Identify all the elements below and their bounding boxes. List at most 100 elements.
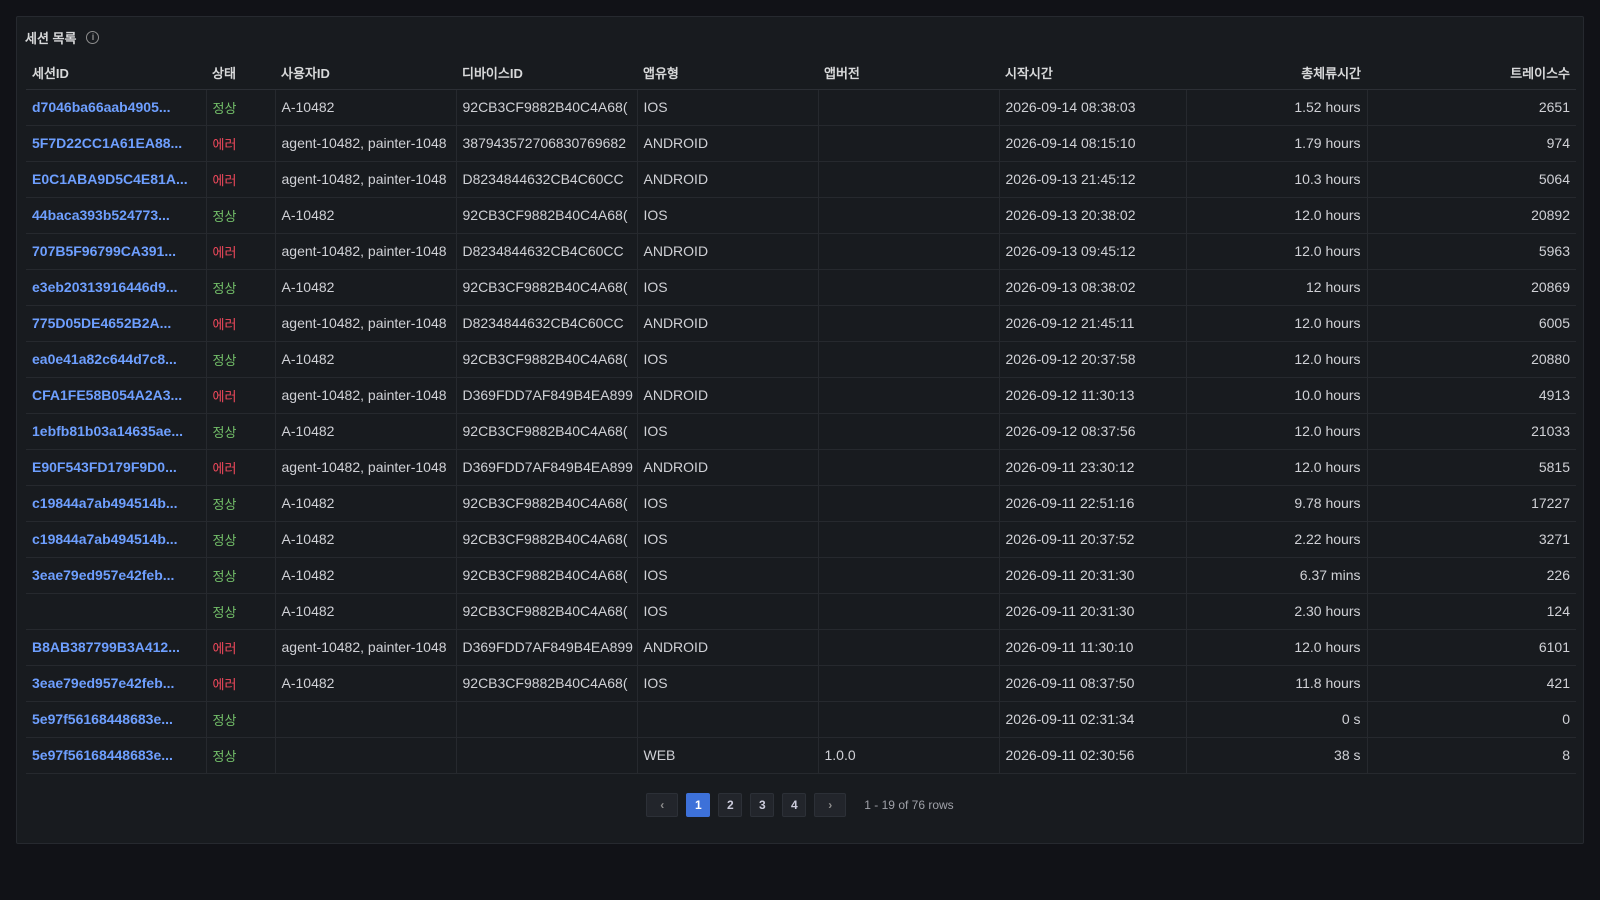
app-type-cell: ANDROID	[637, 233, 819, 270]
total-duration-cell: 12.0 hours	[1186, 305, 1368, 342]
app-type-cell: ANDROID	[637, 161, 819, 198]
session-id-cell[interactable]: 1ebfb81b03a14635ae...	[26, 413, 207, 450]
table-row[interactable]: 5F7D22CC1A61EA88... 에러 agent-10482, painte…	[26, 125, 1576, 162]
session-id-cell[interactable]: B8AB387799B3A412...	[26, 629, 207, 666]
session-id-cell[interactable]: d7046ba66aab4905...	[26, 89, 207, 126]
table-row[interactable]: 775D05DE4652B2A... 에러 agent-10482, painter…	[26, 305, 1576, 342]
trace-count-cell: 421	[1367, 665, 1576, 702]
status-cell: 정상	[206, 269, 276, 306]
session-id-cell[interactable]: 5F7D22CC1A61EA88...	[26, 125, 207, 162]
column-header-status[interactable]: 상태	[206, 57, 275, 90]
trace-count-cell: 17227	[1367, 485, 1576, 522]
column-header-trace-count[interactable]: 트레이스수	[1367, 57, 1576, 90]
table-row[interactable]: E90F543FD179F9D0... 에러 agent-10482, painte…	[26, 449, 1576, 486]
app-type-cell: ANDROID	[637, 629, 819, 666]
total-duration-cell: 2.30 hours	[1186, 593, 1368, 630]
device-id-cell: D8234844632CB4C60CC	[456, 161, 638, 198]
table-row[interactable]: 3eae79ed957e42feb... 에러 A-10482 92CB3CF9882…	[26, 665, 1576, 702]
start-time-cell: 2026-09-11 23:30:12	[999, 449, 1187, 486]
column-header-app-version[interactable]: 앱버전	[818, 57, 999, 90]
app-type-cell: IOS	[637, 593, 819, 630]
table-row[interactable]: 707B5F96799CA391... 에러 agent-10482, painte…	[26, 233, 1576, 270]
session-id-cell[interactable]: E0C1ABA9D5C4E81A...	[26, 161, 207, 198]
status-cell: 에러	[206, 665, 276, 702]
app-version-cell	[818, 557, 1000, 594]
user-id-cell: A-10482	[275, 269, 457, 306]
session-id-cell[interactable]: c19844a7ab494514b...	[26, 485, 207, 522]
total-duration-cell: 11.8 hours	[1186, 665, 1368, 702]
session-id-cell[interactable]: CFA1FE58B054A2A3...	[26, 377, 207, 414]
user-id-cell: agent-10482, painter-1048	[275, 629, 457, 666]
table-row[interactable]: B8AB387799B3A412... 에러 agent-10482, painte…	[26, 629, 1576, 666]
status-cell: 정상	[206, 197, 276, 234]
app-type-cell: ANDROID	[637, 305, 819, 342]
app-type-cell	[637, 701, 819, 738]
session-id-cell[interactable]: 5e97f56168448683e...	[26, 737, 207, 774]
session-id-cell[interactable]: 3eae79ed957e42feb...	[26, 665, 207, 702]
trace-count-cell: 974	[1367, 125, 1576, 162]
session-id-cell[interactable]: 707B5F96799CA391...	[26, 233, 207, 270]
info-icon[interactable]: i	[86, 30, 100, 44]
table-row[interactable]: d7046ba66aab4905... 정상 A-10482 92CB3CF9882B…	[26, 89, 1576, 126]
user-id-cell: agent-10482, painter-1048	[275, 305, 457, 342]
app-version-cell: 1.0.0	[818, 737, 1000, 774]
session-id-cell[interactable]: ea0e41a82c644d7c8...	[26, 341, 207, 378]
device-id-cell: 92CB3CF9882B40C4A68(	[456, 521, 638, 558]
table-row[interactable]: ea0e41a82c644d7c8... 정상 A-10482 92CB3CF9882…	[26, 341, 1576, 378]
start-time-cell: 2026-09-12 08:37:56	[999, 413, 1187, 450]
trace-count-cell: 124	[1367, 593, 1576, 630]
page-button-1[interactable]: 1	[686, 793, 711, 817]
table-row[interactable]: E0C1ABA9D5C4E81A... 에러 agent-10482, painte…	[26, 161, 1576, 198]
column-header-total-duration[interactable]: 총체류시간	[1186, 57, 1367, 90]
session-id-cell[interactable]: E90F543FD179F9D0...	[26, 449, 207, 486]
device-id-cell: D369FDD7AF849B4EA899	[456, 449, 638, 486]
trace-count-cell: 21033	[1367, 413, 1576, 450]
table-row[interactable]: 3eae79ed957e42feb... 정상 A-10482 92CB3CF9882…	[26, 557, 1576, 594]
column-header-user-id[interactable]: 사용자ID	[275, 57, 456, 90]
page-button-4[interactable]: 4	[782, 793, 807, 817]
session-id-cell[interactable]	[26, 593, 207, 630]
device-id-cell: 92CB3CF9882B40C4A68(	[456, 269, 638, 306]
column-header-device-id[interactable]: 디바이스ID	[456, 57, 637, 90]
session-id-cell[interactable]: 44baca393b524773...	[26, 197, 207, 234]
user-id-cell: agent-10482, painter-1048	[275, 377, 457, 414]
table-row[interactable]: c19844a7ab494514b... 정상 A-10482 92CB3CF9882…	[26, 485, 1576, 522]
trace-count-cell: 6005	[1367, 305, 1576, 342]
device-id-cell: 92CB3CF9882B40C4A68(	[456, 557, 638, 594]
table-row[interactable]: 1ebfb81b03a14635ae... 정상 A-10482 92CB3CF988…	[26, 413, 1576, 450]
page-button-2[interactable]: 2	[718, 793, 743, 817]
app-version-cell	[818, 341, 1000, 378]
start-time-cell: 2026-09-11 08:37:50	[999, 665, 1187, 702]
session-id-cell[interactable]: c19844a7ab494514b...	[26, 521, 207, 558]
table-row[interactable]: 44baca393b524773... 정상 A-10482 92CB3CF9882B…	[26, 197, 1576, 234]
user-id-cell: agent-10482, painter-1048	[275, 449, 457, 486]
chevron-right-icon[interactable]: ›	[814, 793, 847, 817]
start-time-cell: 2026-09-13 09:45:12	[999, 233, 1187, 270]
chevron-left-icon[interactable]: ‹	[646, 793, 679, 817]
table-row[interactable]: 정상 A-10482 92CB3CF9882B40C4A68(IOS 2026-09-…	[26, 593, 1576, 630]
table-row[interactable]: 5e97f56168448683e... 정상 WEB 1.0.0 2026-09-11…	[26, 737, 1576, 774]
column-header-app-type[interactable]: 앱유형	[637, 57, 818, 90]
trace-count-cell: 2651	[1367, 89, 1576, 126]
total-duration-cell: 6.37 mins	[1186, 557, 1368, 594]
session-id-cell[interactable]: 5e97f56168448683e...	[26, 701, 207, 738]
session-id-cell[interactable]: 3eae79ed957e42feb...	[26, 557, 207, 594]
status-cell: 정상	[206, 701, 276, 738]
table-row[interactable]: 5e97f56168448683e... 정상 2026-09-11 02:31:3…	[26, 701, 1576, 738]
session-id-cell[interactable]: 775D05DE4652B2A...	[26, 305, 207, 342]
table-row[interactable]: e3eb20313916446d9... 정상 A-10482 92CB3CF9882…	[26, 269, 1576, 306]
device-id-cell: 92CB3CF9882B40C4A68(	[456, 197, 638, 234]
app-type-cell: IOS	[637, 485, 819, 522]
column-header-start-time[interactable]: 시작시간	[999, 57, 1186, 90]
start-time-cell: 2026-09-11 22:51:16	[999, 485, 1187, 522]
page-button-3[interactable]: 3	[750, 793, 775, 817]
table-row[interactable]: CFA1FE58B054A2A3... 에러 agent-10482, painte…	[26, 377, 1576, 414]
device-id-cell	[456, 737, 638, 774]
column-header-session-id[interactable]: 세션ID	[26, 57, 206, 90]
device-id-cell: D8234844632CB4C60CC	[456, 233, 638, 270]
total-duration-cell: 12.0 hours	[1186, 629, 1368, 666]
total-duration-cell: 9.78 hours	[1186, 485, 1368, 522]
device-id-cell: D369FDD7AF849B4EA899	[456, 377, 638, 414]
table-row[interactable]: c19844a7ab494514b... 정상 A-10482 92CB3CF9882…	[26, 521, 1576, 558]
session-id-cell[interactable]: e3eb20313916446d9...	[26, 269, 207, 306]
